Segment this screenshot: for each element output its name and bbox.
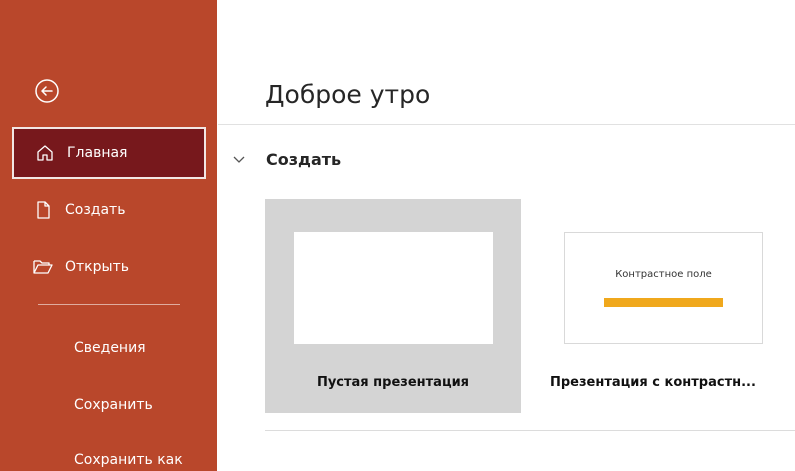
sidebar-item-label: Главная	[67, 145, 128, 161]
thumbnail-accent-bar	[604, 298, 723, 307]
folder-open-icon	[31, 255, 55, 279]
section-divider	[265, 430, 795, 431]
thumbnail-title: Контрастное поле	[615, 269, 712, 280]
template-caption: Презентация с контрастн...	[550, 375, 756, 390]
section-create-toggle[interactable]: Создать	[232, 150, 341, 169]
sidebar-item-new[interactable]: Создать	[12, 184, 206, 236]
sidebar-divider	[38, 304, 180, 305]
back-arrow-icon	[35, 79, 59, 103]
sidebar-item-save[interactable]: Сохранить	[74, 397, 153, 413]
chevron-down-icon	[233, 156, 245, 163]
sidebar: Главная Создать Открыть Сведения Сохрани…	[0, 0, 217, 471]
sidebar-item-label: Создать	[65, 202, 126, 218]
sidebar-item-save-as[interactable]: Сохранить как	[74, 452, 183, 468]
section-title: Создать	[266, 150, 342, 169]
home-icon	[33, 141, 57, 165]
template-contrast-presentation[interactable]: Контрастное поле Презентация с контрастн…	[548, 199, 788, 413]
template-caption: Пустая презентация	[316, 375, 470, 390]
template-blank-presentation[interactable]: Пустая презентация	[265, 199, 521, 413]
sidebar-item-home[interactable]: Главная	[12, 127, 206, 179]
sidebar-item-label: Открыть	[65, 259, 129, 275]
new-file-icon	[31, 198, 55, 222]
template-thumbnail	[294, 232, 493, 344]
back-button[interactable]	[34, 78, 60, 104]
page-title: Доброе утро	[265, 80, 431, 109]
sidebar-item-open[interactable]: Открыть	[12, 241, 206, 293]
sidebar-item-info[interactable]: Сведения	[74, 340, 146, 356]
header-divider	[218, 124, 795, 125]
template-thumbnail: Контрастное поле	[564, 232, 763, 344]
